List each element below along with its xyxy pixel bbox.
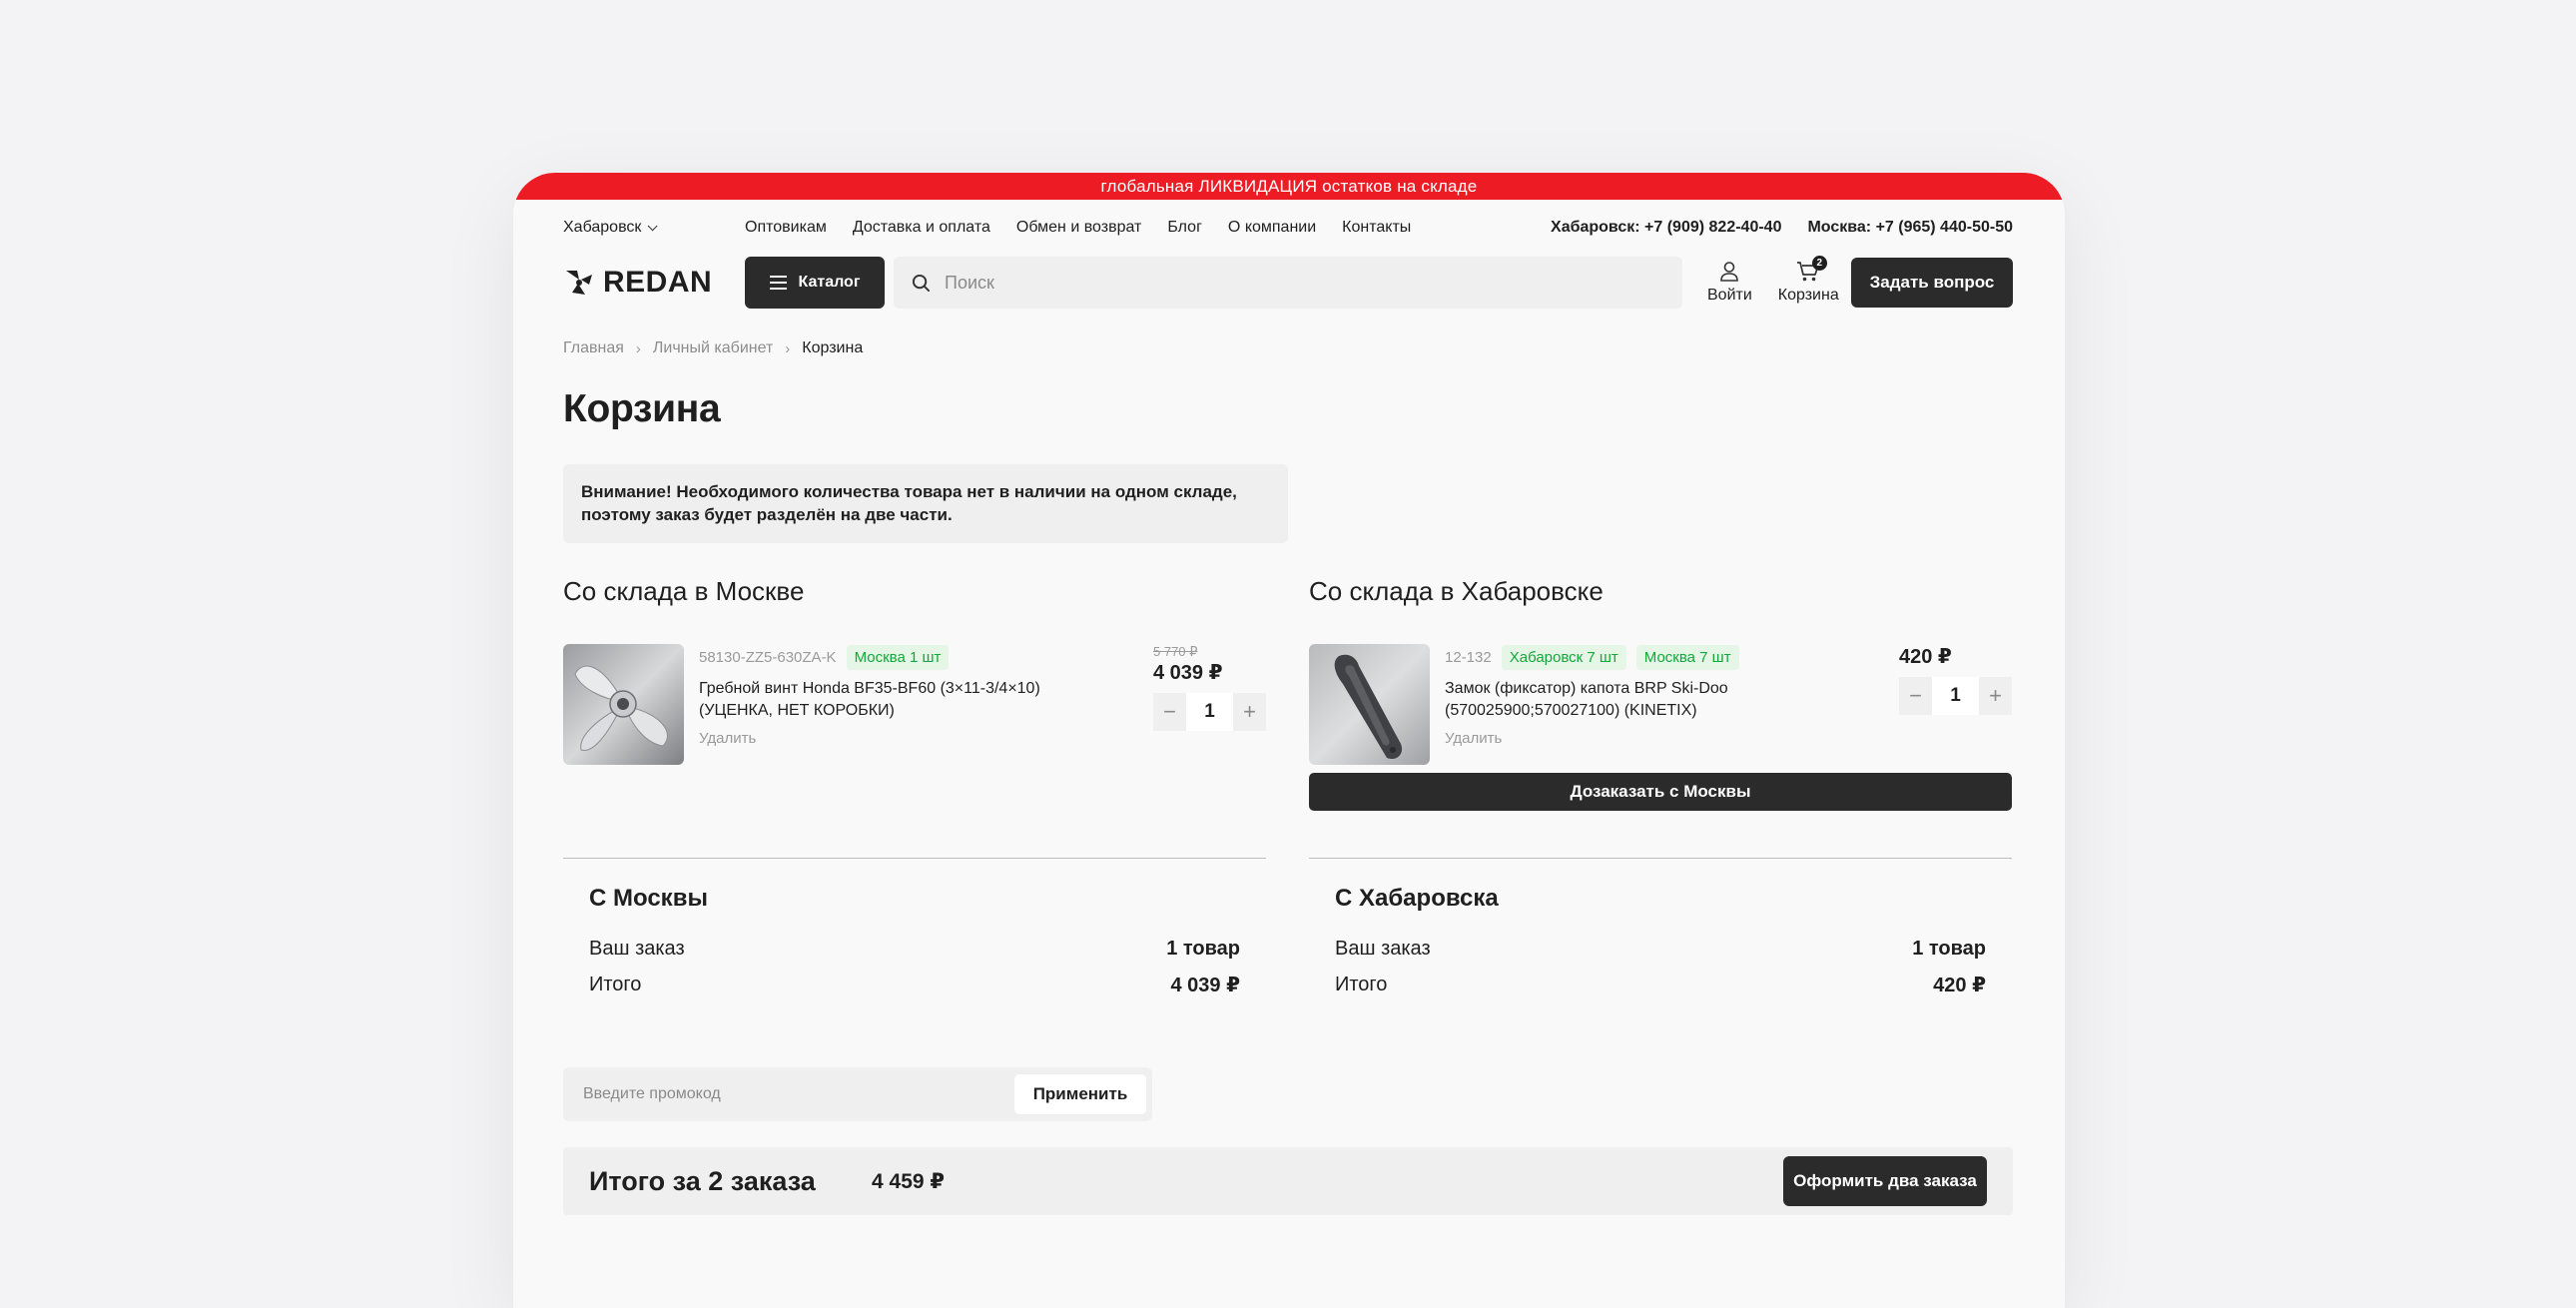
city-label: Хабаровск bbox=[563, 219, 642, 236]
reorder-from-moscow-button[interactable]: Дозаказать с Москвы bbox=[1309, 773, 2012, 811]
nav-link-delivery[interactable]: Доставка и оплата bbox=[853, 219, 990, 237]
login-label: Войти bbox=[1707, 287, 1752, 304]
cart-button[interactable]: 2 Корзина bbox=[1777, 256, 1839, 305]
sku: 12-132 bbox=[1445, 648, 1492, 666]
increment-button[interactable]: + bbox=[1979, 677, 2012, 715]
grand-total-value: 4 459 ₽ bbox=[872, 1169, 945, 1193]
cart-label: Корзина bbox=[1777, 287, 1839, 304]
cart-item: 12-132 Хабаровск 7 шт Москва 7 шт Замок … bbox=[1309, 644, 2012, 765]
promo-banner[interactable]: глобальная ЛИКВИДАЦИЯ остатков на складе bbox=[513, 173, 2065, 200]
logo-text: REDAN bbox=[603, 266, 713, 299]
summary-order-label: Ваш заказ bbox=[1335, 937, 1431, 960]
increment-button[interactable]: + bbox=[1233, 693, 1266, 731]
price-box: 5 770 ₽ 4 039 ₽ − 1 + bbox=[1153, 644, 1266, 731]
search-icon bbox=[912, 274, 931, 292]
latch-image bbox=[1309, 644, 1430, 765]
quantity-value[interactable]: 1 bbox=[1186, 693, 1233, 731]
summary-total-value: 420 ₽ bbox=[1933, 974, 1986, 996]
summary-title: С Москвы bbox=[589, 885, 708, 912]
chevron-right-icon: › bbox=[785, 339, 791, 357]
summary-order-label: Ваш заказ bbox=[589, 937, 685, 960]
quantity-stepper: − 1 + bbox=[1899, 677, 2012, 715]
page-title: Корзина bbox=[563, 387, 721, 430]
catalog-button[interactable]: Каталог bbox=[745, 257, 885, 309]
old-price: 5 770 ₽ bbox=[1153, 644, 1198, 659]
top-nav: Хабаровск Оптовикам Доставка и оплата Об… bbox=[563, 217, 2013, 239]
quantity-value[interactable]: 1 bbox=[1932, 677, 1979, 715]
phone-khabarovsk[interactable]: Хабаровск: +7 (909) 822-40-40 bbox=[1551, 219, 1781, 237]
price: 420 ₽ bbox=[1899, 646, 1952, 668]
catalog-label: Каталог bbox=[798, 274, 861, 291]
breadcrumb-current: Корзина bbox=[802, 339, 864, 356]
summary-order-value: 1 товар bbox=[1166, 937, 1240, 960]
remove-button[interactable]: Удалить bbox=[699, 730, 1098, 747]
search-placeholder: Поиск bbox=[945, 272, 994, 293]
logo[interactable]: REDAN bbox=[563, 266, 745, 300]
cart-item: 58130-ZZ5-630ZA-K Москва 1 шт Гребной ви… bbox=[563, 644, 1266, 765]
price: 4 039 ₽ bbox=[1153, 662, 1223, 684]
stock-badge: Москва 7 шт bbox=[1635, 644, 1739, 670]
page-frame: глобальная ЛИКВИДАЦИЯ остатков на складе… bbox=[513, 173, 2065, 1308]
search-input[interactable]: Поиск bbox=[894, 257, 1682, 309]
sku: 58130-ZZ5-630ZA-K bbox=[699, 648, 837, 666]
promo-banner-text: глобальная ЛИКВИДАЦИЯ остатков на складе bbox=[1100, 176, 1478, 196]
summary-title: С Хабаровска bbox=[1335, 885, 1499, 912]
product-image[interactable] bbox=[563, 644, 684, 765]
login-button[interactable]: Войти bbox=[1707, 261, 1752, 305]
stock-badge: Москва 1 шт bbox=[846, 644, 950, 670]
warehouse-khabarovsk: Со склада в Хабаровске 12-132 Хабаровск … bbox=[1309, 576, 2012, 811]
item-info: 58130-ZZ5-630ZA-K Москва 1 шт Гребной ви… bbox=[699, 644, 1098, 747]
checkout-button[interactable]: Оформить два заказа bbox=[1783, 1156, 1987, 1206]
remove-button[interactable]: Удалить bbox=[1445, 730, 1844, 747]
decrement-button[interactable]: − bbox=[1899, 677, 1932, 715]
decrement-button[interactable]: − bbox=[1153, 693, 1186, 731]
grand-total-label: Итого за 2 заказа bbox=[589, 1165, 816, 1196]
grand-total-bar: Итого за 2 заказа 4 459 ₽ Оформить два з… bbox=[563, 1147, 2013, 1215]
city-selector[interactable]: Хабаровск bbox=[563, 219, 745, 237]
nav-link-wholesale[interactable]: Оптовикам bbox=[745, 219, 827, 237]
summary-moscow: С Москвы Ваш заказ 1 товар Итого 4 039 ₽ bbox=[563, 858, 1266, 1002]
chevron-down-icon bbox=[648, 220, 658, 231]
promo-code-box: Введите промокод Применить bbox=[563, 1067, 1152, 1121]
menu-icon bbox=[769, 276, 787, 290]
nav-link-contacts[interactable]: Контакты bbox=[1342, 219, 1411, 237]
summary-order-value: 1 товар bbox=[1912, 937, 1986, 960]
ask-question-button[interactable]: Задать вопрос bbox=[1851, 258, 2013, 308]
breadcrumb-account[interactable]: Личный кабинет bbox=[653, 339, 773, 357]
nav-links: Оптовикам Доставка и оплата Обмен и возв… bbox=[745, 219, 1411, 237]
promo-code-input[interactable]: Введите промокод bbox=[583, 1085, 1014, 1103]
product-name[interactable]: Гребной винт Honda BF35-BF60 (3×11-3/4×1… bbox=[699, 678, 1098, 722]
breadcrumb-home[interactable]: Главная bbox=[563, 339, 624, 357]
breadcrumb: Главная › Личный кабинет › Корзина bbox=[563, 339, 2013, 357]
item-info: 12-132 Хабаровск 7 шт Москва 7 шт Замок … bbox=[1445, 644, 1844, 747]
price-box: 420 ₽ − 1 + bbox=[1899, 644, 2012, 715]
phone-moscow[interactable]: Москва: +7 (965) 440-50-50 bbox=[1807, 219, 2013, 237]
nav-link-blog[interactable]: Блог bbox=[1167, 219, 1202, 237]
product-name[interactable]: Замок (фиксатор) капота BRP Ski-Doo (570… bbox=[1445, 678, 1844, 722]
header: REDAN Каталог Поиск Войти 2 Корзина Зада… bbox=[563, 256, 2013, 309]
product-image[interactable] bbox=[1309, 644, 1430, 765]
redan-logo-icon bbox=[566, 271, 592, 295]
phones: Хабаровск: +7 (909) 822-40-40 Москва: +7… bbox=[1551, 219, 2013, 237]
summary-khabarovsk: С Хабаровска Ваш заказ 1 товар Итого 420 ₽ bbox=[1309, 858, 2012, 1002]
summary-total-label: Итого bbox=[589, 973, 642, 995]
summary-total-value: 4 039 ₽ bbox=[1170, 974, 1240, 996]
quantity-stepper: − 1 + bbox=[1153, 693, 1266, 731]
user-icon bbox=[1720, 262, 1739, 282]
chevron-right-icon: › bbox=[635, 339, 641, 357]
cart-count-badge: 2 bbox=[1811, 256, 1827, 271]
nav-link-exchange[interactable]: Обмен и возврат bbox=[1016, 219, 1141, 237]
apply-promo-button[interactable]: Применить bbox=[1014, 1074, 1146, 1114]
propeller-image bbox=[563, 644, 684, 765]
warehouse-title: Со склада в Хабаровске bbox=[1309, 576, 1604, 606]
warehouse-moscow: Со склада в Москве 58130-ZZ5-630ZA-K Мос… bbox=[563, 576, 1266, 765]
nav-link-about[interactable]: О компании bbox=[1228, 219, 1316, 237]
warehouse-title: Со склада в Москве bbox=[563, 576, 805, 606]
stock-badge: Хабаровск 7 шт bbox=[1501, 644, 1626, 670]
split-order-alert: Внимание! Необходимого количества товара… bbox=[563, 464, 1288, 543]
summary-total-label: Итого bbox=[1335, 973, 1388, 995]
